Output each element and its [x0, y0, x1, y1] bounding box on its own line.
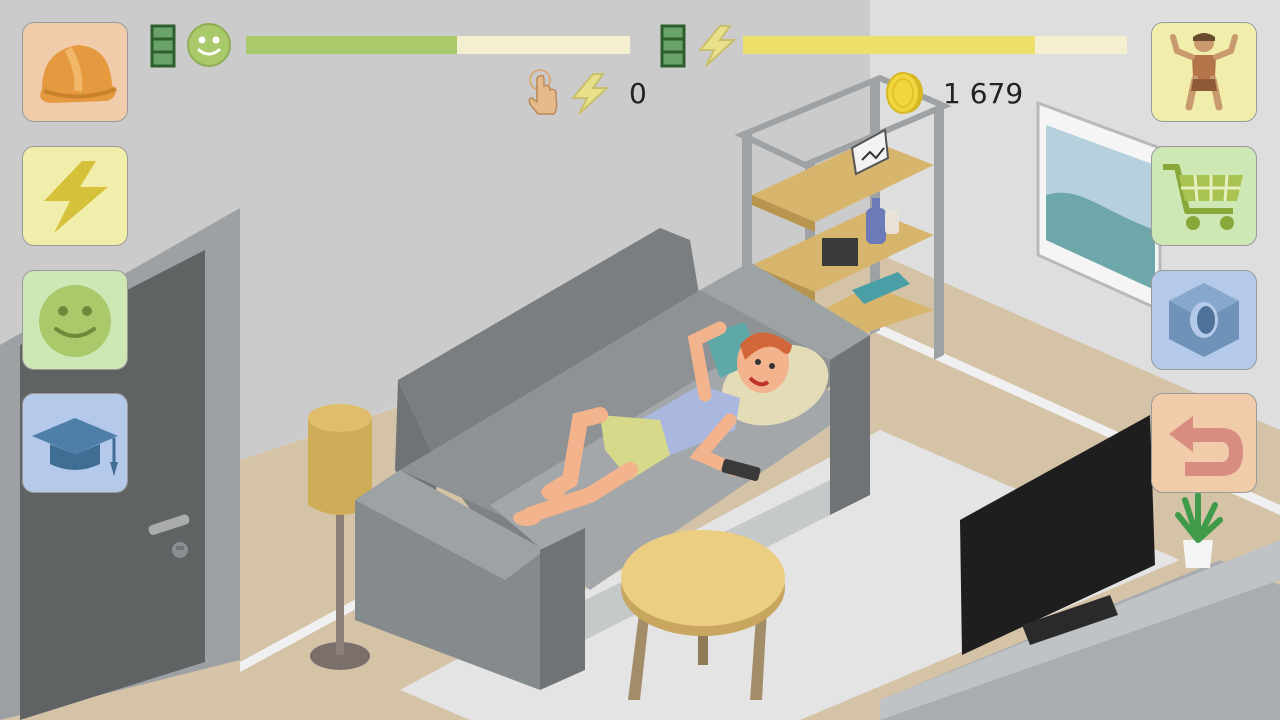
education-button[interactable] [22, 393, 128, 493]
back-button[interactable] [1151, 393, 1257, 493]
lightning-icon [570, 73, 610, 115]
tap-finger-icon [528, 69, 558, 115]
power-bar-fill [743, 36, 1035, 54]
battery-icon [150, 24, 176, 68]
shop-button[interactable] [1151, 146, 1257, 246]
coin-value: 1 679 [943, 77, 1024, 110]
lightning-icon [697, 25, 737, 67]
graduation-cap-icon [32, 418, 118, 476]
tap-energy-value: 0 [629, 77, 647, 110]
coin-icon [886, 72, 923, 114]
character-button[interactable] [1151, 22, 1257, 122]
energy-button[interactable] [22, 146, 128, 246]
smiley-icon [39, 285, 111, 357]
smiley-icon [187, 23, 231, 67]
power-bar [743, 36, 1127, 54]
lightning-icon [44, 161, 108, 233]
battery-icon [660, 24, 686, 68]
mood-button[interactable] [22, 270, 128, 370]
character-icon [1170, 33, 1238, 111]
shopping-cart-icon [1163, 164, 1243, 230]
hex-nut-icon [1169, 283, 1239, 357]
back-arrow-icon [1169, 416, 1243, 476]
settings-button[interactable] [1151, 270, 1257, 370]
mood-bar-fill [246, 36, 458, 54]
mood-bar [246, 36, 630, 54]
work-button[interactable] [22, 22, 128, 122]
hard-hat-icon [40, 45, 117, 103]
